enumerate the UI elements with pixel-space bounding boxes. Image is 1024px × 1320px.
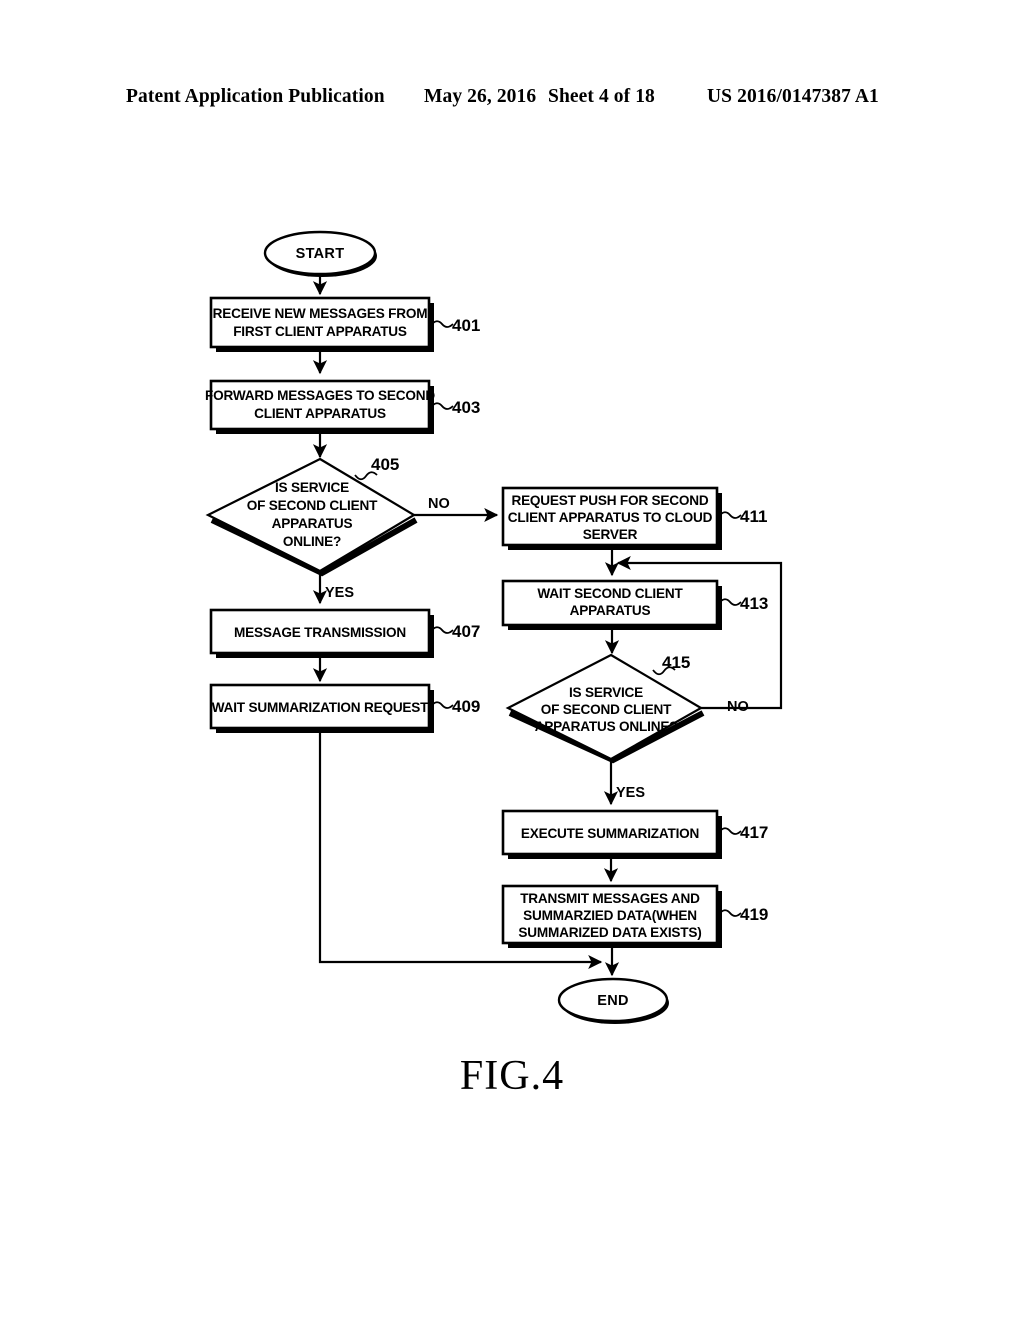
flow-node-end-label: END [597, 993, 629, 1009]
flow-node-413-ref: 413 [740, 594, 768, 613]
flow-node-409-line-1: WAIT SUMMARIZATION REQUEST [212, 700, 429, 715]
flow-node-413: WAIT SECOND CLIENT APPARATUS 413 [501, 579, 768, 630]
leader-407 [430, 626, 454, 634]
leader-413 [718, 598, 742, 606]
branch-label-405-no: NO [428, 496, 450, 512]
flow-node-417: EXECUTE SUMMARIZATION 417 [501, 809, 768, 859]
patent-page: Patent Application Publication May 26, 2… [0, 0, 1024, 1320]
flow-node-401-line-2: FIRST CLIENT APPARATUS [233, 324, 407, 339]
flow-node-407-ref: 407 [452, 622, 480, 641]
flow-node-413-line-2: APPARATUS [570, 603, 651, 618]
flow-node-407: MESSAGE TRANSMISSION 407 [209, 608, 480, 658]
flow-node-415-line-1: IS SERVICE [569, 685, 643, 700]
flow-node-419-ref: 419 [740, 905, 768, 924]
flow-node-start-label: START [296, 246, 345, 262]
flow-node-405-line-2: OF SECOND CLIENT [247, 498, 378, 513]
flow-node-409: WAIT SUMMARIZATION REQUEST 409 [209, 683, 480, 733]
flow-node-419: TRANSMIT MESSAGES AND SUMMARZIED DATA(WH… [501, 884, 768, 948]
flow-node-411-ref: 411 [740, 507, 767, 526]
flow-node-409-ref: 409 [452, 697, 480, 716]
flow-node-419-line-3: SUMMARIZED DATA EXISTS) [518, 925, 701, 940]
flow-node-403-line-1: FORWARD MESSAGES TO SECOND [205, 388, 435, 403]
flow-node-405-line-3: APPARATUS [272, 516, 353, 531]
flow-node-401-ref: 401 [452, 316, 480, 335]
flow-node-419-line-1: TRANSMIT MESSAGES AND [520, 891, 700, 906]
leader-411 [718, 511, 742, 519]
flow-node-413-line-1: WAIT SECOND CLIENT [537, 586, 683, 601]
flow-node-415: IS SERVICE OF SECOND CLIENT APPARATUS ON… [505, 653, 705, 764]
flow-node-411: REQUEST PUSH FOR SECOND CLIENT APPARATUS… [501, 486, 767, 550]
flow-node-415-line-2: OF SECOND CLIENT [541, 702, 672, 717]
flow-node-411-line-3: SERVER [583, 527, 638, 542]
leader-409 [430, 701, 454, 709]
flow-node-415-ref: 415 [662, 653, 690, 672]
flow-node-405: IS SERVICE OF SECOND CLIENT APPARATUS ON… [205, 455, 418, 577]
flow-node-401: RECEIVE NEW MESSAGES FROM FIRST CLIENT A… [209, 296, 480, 352]
flow-node-403-line-2: CLIENT APPARATUS [254, 406, 386, 421]
flow-node-411-line-1: REQUEST PUSH FOR SECOND [511, 493, 708, 508]
flow-node-419-line-2: SUMMARZIED DATA(WHEN [523, 908, 697, 923]
flow-node-401-line-1: RECEIVE NEW MESSAGES FROM [213, 306, 428, 321]
flow-node-411-line-2: CLIENT APPARATUS TO CLOUD [508, 510, 713, 525]
figure-caption: FIG.4 [459, 1053, 565, 1099]
branch-label-405-yes: YES [325, 585, 354, 601]
flow-node-start: START [263, 230, 377, 277]
flow-node-407-line-1: MESSAGE TRANSMISSION [234, 625, 406, 640]
flow-node-417-line-1: EXECUTE SUMMARIZATION [521, 826, 699, 841]
flow-node-403: FORWARD MESSAGES TO SECOND CLIENT APPARA… [205, 379, 480, 434]
flow-node-405-line-1: IS SERVICE [275, 480, 349, 495]
branch-label-415-yes: YES [616, 785, 645, 801]
flow-node-417-ref: 417 [740, 823, 768, 842]
flow-node-405-line-4: ONLINE? [283, 534, 341, 549]
leader-403 [430, 402, 454, 410]
branch-label-415-no: NO [727, 699, 749, 715]
leader-401 [430, 320, 454, 328]
flow-node-415-line-3: APPARATUS ONLINE? [535, 719, 678, 734]
flowchart-figure-4: START RECEIVE NEW MESSAGES FROM FIRST CL… [205, 230, 783, 1024]
flow-node-405-ref: 405 [371, 455, 399, 474]
flow-node-403-ref: 403 [452, 398, 480, 417]
leader-417 [718, 827, 742, 835]
leader-419 [718, 909, 742, 917]
flow-node-end: END [557, 977, 669, 1024]
